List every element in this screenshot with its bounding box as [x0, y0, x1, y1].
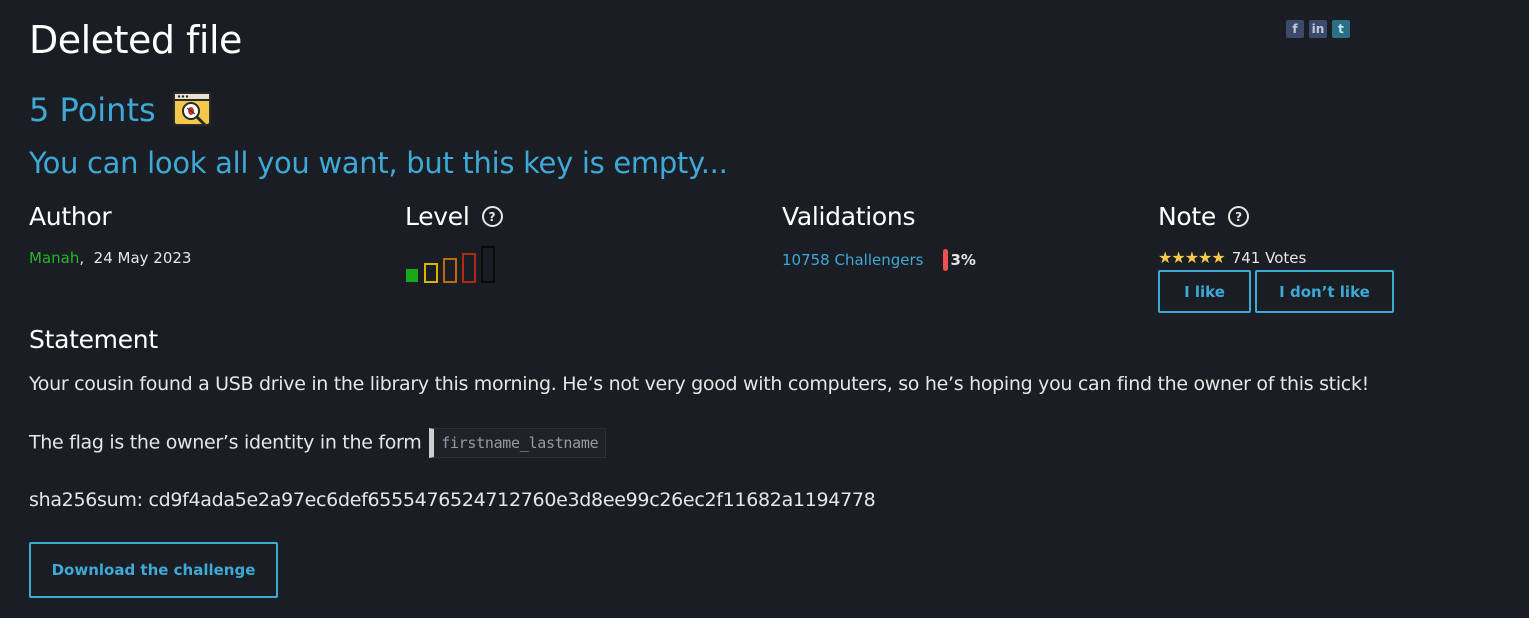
like-button[interactable]: I like: [1158, 270, 1251, 313]
challengers-link[interactable]: 10758 Challengers: [782, 251, 923, 269]
facebook-icon[interactable]: f: [1286, 20, 1304, 38]
page-title: Deleted file: [29, 18, 242, 62]
author-heading-label: Author: [29, 202, 112, 231]
author-date: 24 May 2023: [93, 249, 192, 267]
note-heading-label: Note: [1158, 202, 1216, 231]
forensics-bug-magnifier-icon: [172, 92, 211, 127]
votes-count: 741 Votes: [1231, 248, 1307, 267]
validation-percent: 3%: [950, 251, 976, 269]
challenge-subtitle: You can look all you want, but this key …: [29, 146, 728, 180]
validation-percent-bar: [943, 249, 949, 271]
level-bar-4: [462, 253, 476, 283]
flag-format-text: The flag is the owner’s identity in the …: [29, 431, 422, 454]
star-rating-icon: ★★★★★: [1158, 248, 1226, 267]
statement-heading: Statement: [29, 325, 158, 354]
level-bar-1: [406, 269, 418, 282]
question-circle-icon[interactable]: ?: [1227, 206, 1249, 227]
statement-paragraph: Your cousin found a USB drive in the lib…: [29, 373, 1369, 395]
level-bar-2: [424, 263, 438, 283]
validations-heading: Validations: [782, 202, 915, 231]
validations-line: 10758 Challengers 3%: [782, 249, 976, 271]
author-separator: ,: [79, 249, 85, 267]
difficulty-level-indicator: [406, 246, 495, 283]
level-heading-label: Level: [405, 202, 470, 231]
author-name-link[interactable]: Manah: [29, 249, 79, 267]
download-challenge-button[interactable]: Download the challenge: [29, 542, 278, 598]
twitter-icon[interactable]: t: [1332, 20, 1350, 38]
dislike-button[interactable]: I don’t like: [1255, 270, 1394, 313]
note-heading: Note ?: [1158, 202, 1249, 231]
level-heading: Level ?: [405, 202, 503, 231]
validations-heading-label: Validations: [782, 202, 916, 231]
flag-format-code: firstname_lastname: [429, 428, 607, 458]
author-heading: Author: [29, 202, 112, 231]
points-value: 5 Points: [29, 91, 156, 129]
points-row: 5 Points: [29, 90, 212, 130]
level-bar-3: [443, 258, 457, 283]
flag-format-line: The flag is the owner’s identity in the …: [29, 428, 607, 458]
linkedin-icon[interactable]: in: [1309, 20, 1327, 38]
author-line: Manah, 24 May 2023: [29, 249, 191, 267]
rating-line: ★★★★★ 741 Votes: [1158, 248, 1306, 267]
level-bar-5: [481, 246, 495, 283]
sha256-line: sha256sum: cd9f4ada5e2a97ec6def655547652…: [29, 489, 876, 511]
question-circle-icon[interactable]: ?: [481, 206, 503, 227]
social-share-bar: f in t: [1286, 20, 1350, 38]
